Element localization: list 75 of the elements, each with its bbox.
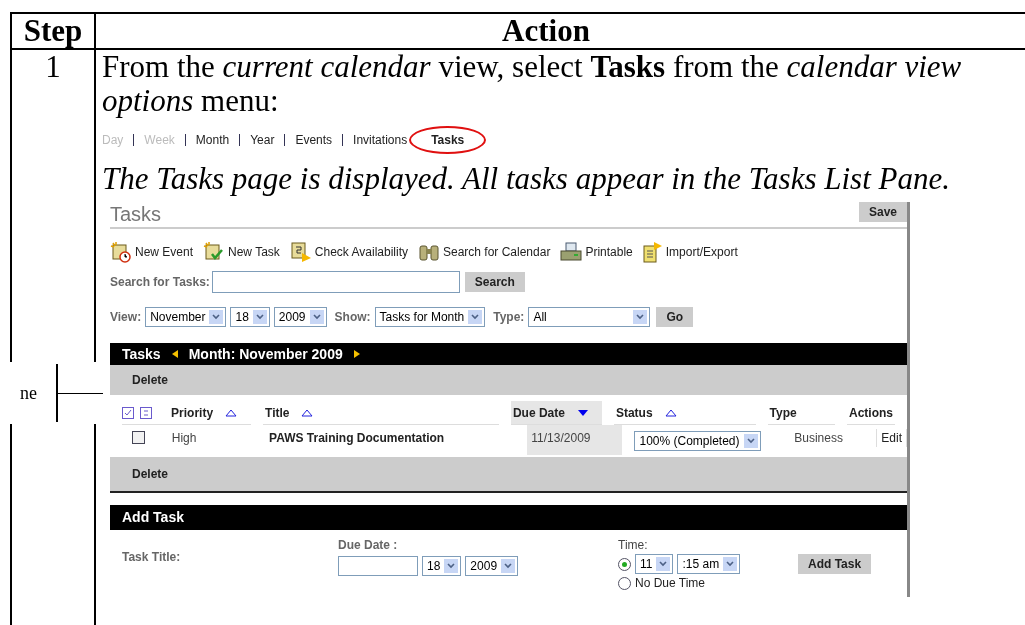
column-header[interactable]: Actions	[847, 401, 895, 425]
binoculars-icon	[418, 242, 440, 262]
step-number: 1	[45, 49, 61, 84]
dropdown-select[interactable]: 2009	[273, 307, 327, 327]
leader-line	[58, 392, 103, 394]
toolbar-button[interactable]: Import/Export	[642, 241, 738, 263]
table-cell-text: High	[171, 430, 198, 447]
previous-arrow-icon[interactable]	[170, 349, 179, 359]
page-title: Tasks	[110, 202, 162, 226]
toolbar-button[interactable]: Search for Calendar	[418, 242, 551, 262]
radio-label: No Due Time	[635, 575, 706, 592]
edit-link[interactable]: Edit	[876, 429, 907, 447]
field-label: View:	[110, 309, 142, 326]
clear-all-icon[interactable]	[140, 406, 152, 419]
column-header: Action	[501, 14, 591, 48]
dropdown-select[interactable]: Tasks for Month	[374, 307, 486, 327]
column-header[interactable]: Due Date	[510, 401, 602, 425]
column-header[interactable]: Status	[613, 401, 756, 425]
calendar-arrow-icon	[289, 241, 312, 263]
menu-link[interactable]: Invitations	[353, 131, 408, 149]
sort-up-icon[interactable]	[664, 408, 677, 417]
column-header: Step	[12, 14, 96, 48]
pane-title: Tasks	[122, 344, 161, 364]
printer-icon	[560, 242, 583, 262]
sort-down-icon[interactable]	[576, 408, 589, 417]
table-cell-text: Business	[794, 430, 844, 447]
sort-up-icon[interactable]	[225, 408, 238, 417]
field-label: Search for Tasks:	[110, 274, 210, 291]
dropdown-select[interactable]: 11	[635, 554, 674, 574]
search-field[interactable]	[211, 271, 460, 293]
field-label: Time:	[618, 537, 649, 554]
radio-button[interactable]	[618, 557, 631, 571]
dropdown-select[interactable]: 18	[422, 556, 462, 576]
dropdown-select[interactable]: 18	[230, 307, 270, 327]
menu-link[interactable]: Events	[295, 131, 333, 149]
dropdown-select[interactable]: November	[145, 307, 227, 327]
column-header[interactable]: Title	[263, 401, 499, 425]
table-cell-text: PAWS Training Documentation	[269, 430, 446, 447]
row-checkbox[interactable]	[132, 431, 145, 444]
toolbar-button[interactable]: Check Availability	[289, 241, 408, 263]
instruction-text: From the current calendar view, select Tasks from the calendar view options menu:	[102, 50, 963, 118]
toolbar-button[interactable]: New Task	[203, 241, 280, 263]
field-label: Type:	[493, 309, 525, 326]
column-header[interactable]: Priority	[169, 401, 251, 425]
column-header[interactable]: Type	[767, 401, 835, 425]
delete-button[interactable]: Delete	[132, 465, 169, 483]
save-button[interactable]: Save	[858, 202, 907, 222]
search-button[interactable]: Search	[464, 272, 525, 292]
dropdown-select[interactable]: 2009	[465, 556, 519, 576]
select-all-icon[interactable]	[122, 406, 134, 419]
dropdown-select[interactable]: 100% (Completed)	[634, 431, 761, 451]
radio-button[interactable]	[618, 576, 631, 590]
field-label: Due Date :	[338, 537, 399, 554]
delete-button[interactable]: Delete	[132, 371, 169, 389]
dropdown-select[interactable]: :15 am	[677, 554, 741, 574]
next-arrow-icon[interactable]	[352, 349, 361, 359]
menu-link[interactable]: Year	[250, 131, 275, 149]
dropdown-select[interactable]: All	[528, 307, 651, 327]
result-text: The Tasks page is displayed. All tasks appear in the Tasks List Pane.	[102, 162, 951, 196]
menu-link[interactable]: Month	[195, 131, 230, 149]
callout-label: ne	[20, 381, 38, 405]
toolbar-button[interactable]: New Event	[110, 241, 194, 263]
table-cell: 11/13/2009	[527, 425, 623, 455]
field-label: Show:	[334, 309, 371, 326]
sort-up-icon[interactable]	[301, 408, 314, 417]
document-flag-icon	[642, 241, 663, 263]
toolbar-button[interactable]: Printable	[560, 242, 633, 262]
calendar-check-icon	[203, 241, 226, 263]
add-task-header: Add Task	[110, 505, 907, 530]
add-task-button[interactable]: Add Task	[798, 554, 872, 574]
field-label: Task Title:	[122, 549, 182, 566]
dropdown-select[interactable]	[338, 556, 418, 576]
menu-link[interactable]: Tasks	[409, 126, 487, 154]
go-button[interactable]: Go	[656, 307, 694, 327]
pane-period: Month: November 2009	[188, 344, 343, 364]
